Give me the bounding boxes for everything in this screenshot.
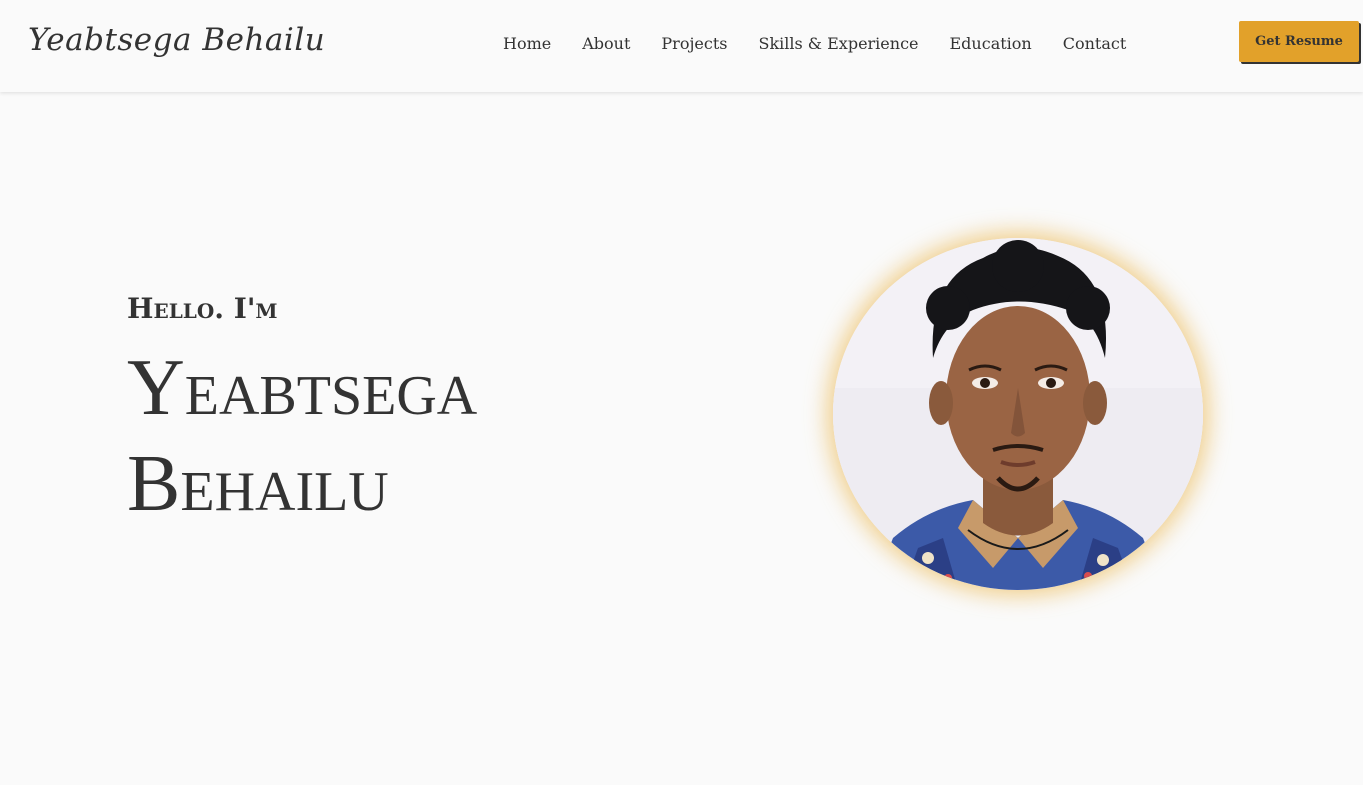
profile-photo bbox=[833, 238, 1203, 590]
hero-name-last: Behailu bbox=[127, 440, 389, 528]
nav-contact[interactable]: Contact bbox=[1063, 34, 1127, 53]
nav-about[interactable]: About bbox=[582, 34, 630, 53]
hero-name: Yeabtsega Behailu bbox=[127, 340, 687, 532]
site-logo[interactable]: Yeabtsega Behailu bbox=[28, 22, 325, 58]
nav-projects[interactable]: Projects bbox=[661, 34, 727, 53]
main-nav: Home About Projects Skills & Experience … bbox=[503, 34, 1126, 53]
hero-greeting: Hello. I'm bbox=[127, 292, 278, 325]
get-resume-button[interactable]: Get Resume bbox=[1239, 21, 1359, 62]
hero-name-first: Yeabtsega bbox=[127, 344, 478, 432]
site-header: Yeabtsega Behailu Home About Projects Sk… bbox=[0, 0, 1363, 92]
profile-photo-image bbox=[833, 238, 1203, 590]
nav-home[interactable]: Home bbox=[503, 34, 551, 53]
nav-skills-experience[interactable]: Skills & Experience bbox=[758, 34, 918, 53]
nav-education[interactable]: Education bbox=[950, 34, 1032, 53]
